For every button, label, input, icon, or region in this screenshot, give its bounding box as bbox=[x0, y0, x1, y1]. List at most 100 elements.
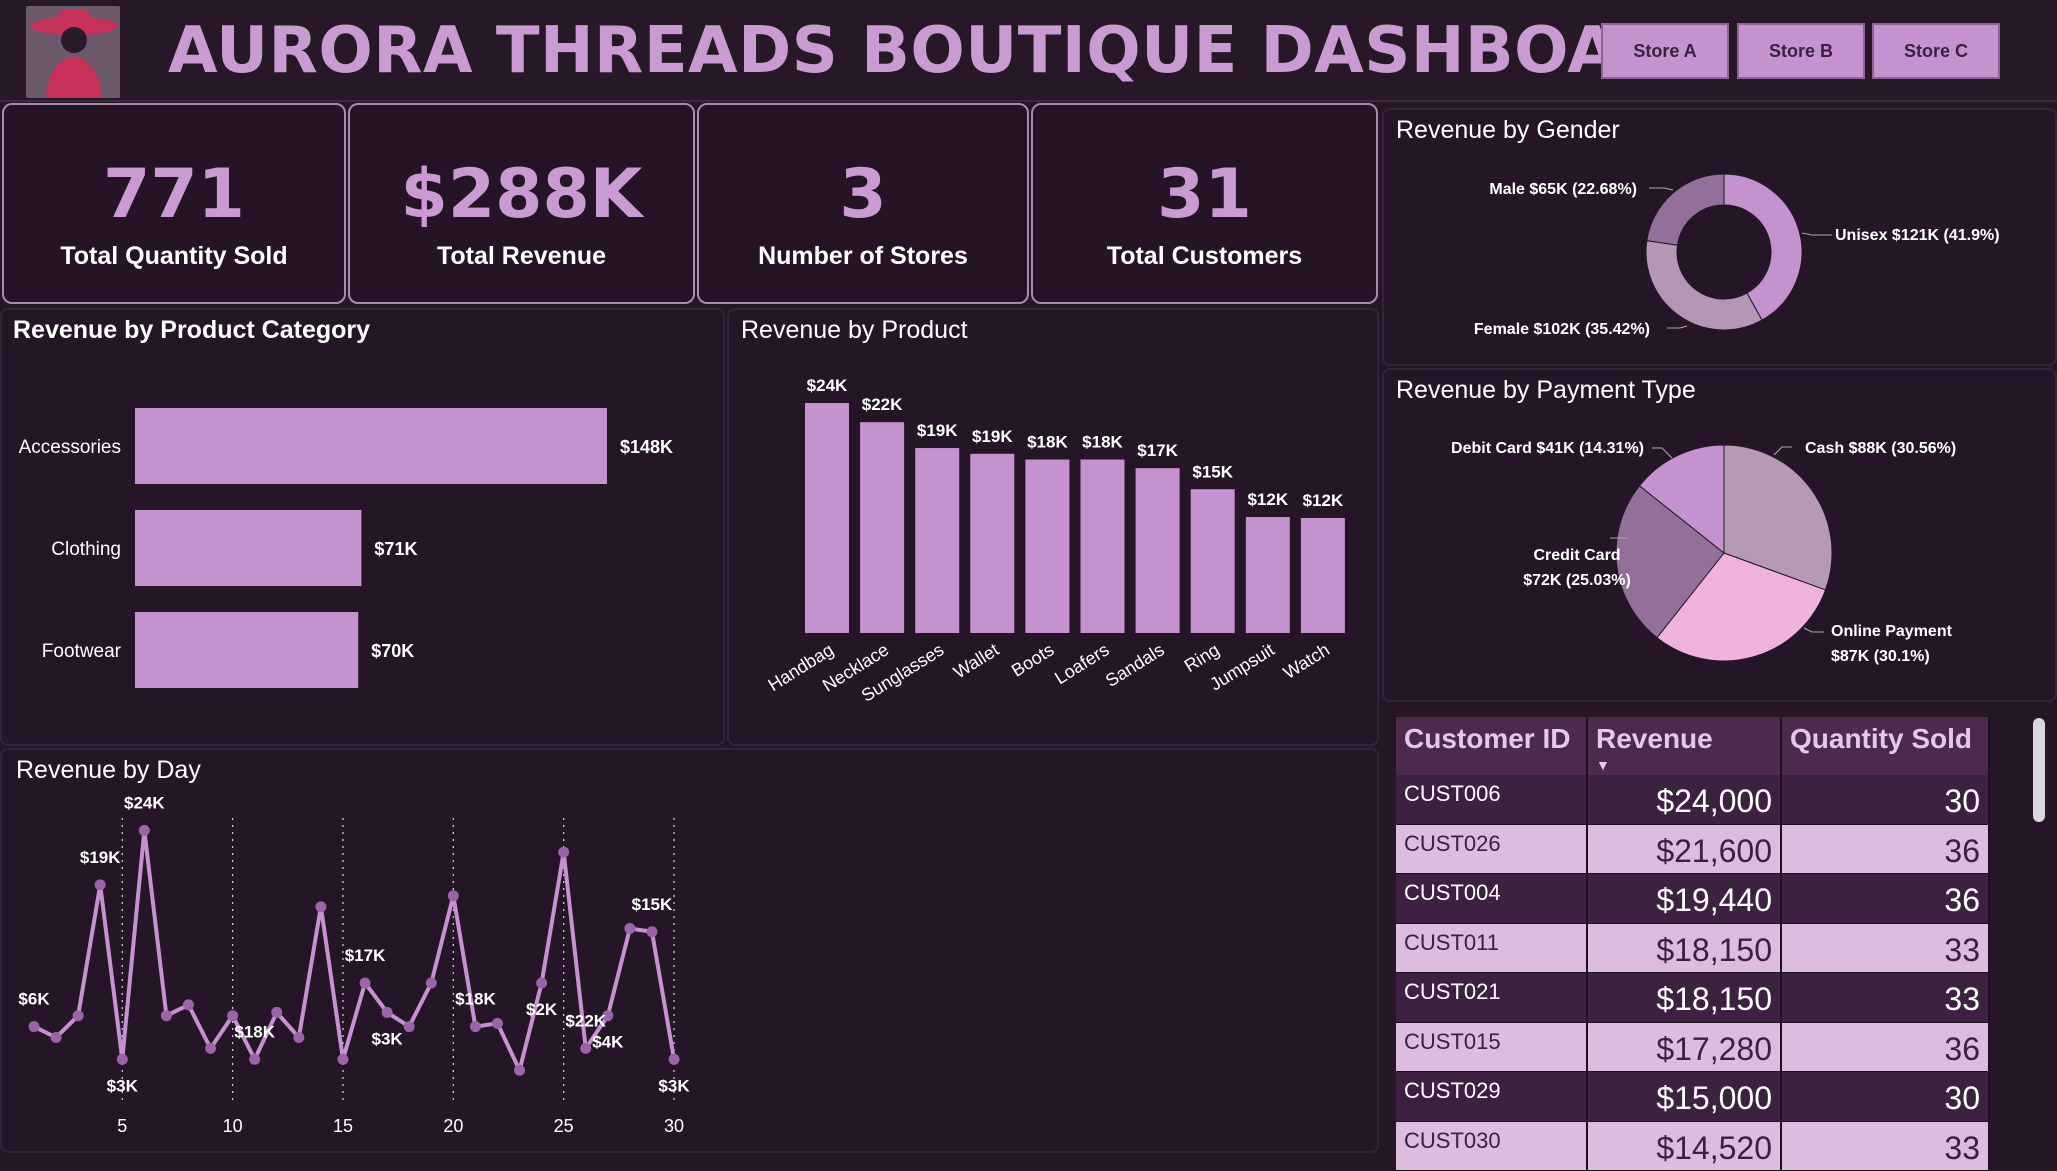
x-tick-label: 20 bbox=[443, 1116, 463, 1136]
product-bar-chart: $24KHandbag$22KNecklace$19KSunglasses$19… bbox=[729, 310, 1381, 748]
table-row[interactable]: CUST004$19,44036 bbox=[1396, 874, 1990, 924]
data-point bbox=[249, 1054, 260, 1065]
data-label: $18K bbox=[234, 1022, 275, 1041]
table-row[interactable]: CUST011$18,15033 bbox=[1396, 924, 1990, 974]
table-row[interactable]: CUST029$15,00030 bbox=[1396, 1072, 1990, 1122]
leader-line bbox=[1652, 448, 1672, 458]
revenue-cell: $19,440 bbox=[1588, 874, 1782, 923]
data-label: $87K (30.1%) bbox=[1831, 648, 1930, 665]
customer-id-cell: CUST021 bbox=[1396, 973, 1588, 1022]
data-label: $3K bbox=[372, 1029, 404, 1048]
data-label: $3K bbox=[107, 1076, 139, 1095]
table-row[interactable]: CUST021$18,15033 bbox=[1396, 973, 1990, 1023]
product-label: Wallet bbox=[950, 639, 1002, 682]
kpi-value: 771 bbox=[4, 155, 344, 234]
kpi-card-customers: 31 Total Customers bbox=[1031, 103, 1378, 304]
data-label: $19K bbox=[80, 848, 121, 867]
category-bar-chart: Accessories$148KClothing$71KFootwear$70K bbox=[2, 310, 727, 748]
product-label: Watch bbox=[1280, 639, 1333, 683]
revenue-cell: $18,150 bbox=[1588, 924, 1782, 973]
data-point bbox=[315, 901, 326, 912]
data-point bbox=[95, 879, 106, 890]
store-b-button[interactable]: Store B bbox=[1737, 23, 1865, 79]
revenue-cell: $15,000 bbox=[1588, 1072, 1782, 1121]
customer-id-cell: CUST015 bbox=[1396, 1023, 1588, 1072]
x-tick-label: 25 bbox=[554, 1116, 574, 1136]
revenue-cell: $18,150 bbox=[1588, 973, 1782, 1022]
table-row[interactable]: CUST030$14,52033 bbox=[1396, 1122, 1990, 1171]
store-c-button[interactable]: Store C bbox=[1872, 23, 2000, 79]
category-label: Footwear bbox=[42, 641, 122, 662]
quantity-cell: 33 bbox=[1782, 1122, 1990, 1171]
revenue-cell: $21,600 bbox=[1588, 825, 1782, 874]
x-tick-label: 10 bbox=[223, 1116, 243, 1136]
data-point bbox=[580, 1043, 591, 1054]
leader-line bbox=[1649, 188, 1673, 190]
data-label: $3K bbox=[658, 1076, 690, 1095]
data-label: Cash $88K (30.56%) bbox=[1805, 440, 1956, 457]
data-label: $18K bbox=[1082, 433, 1123, 452]
kpi-value: 31 bbox=[1033, 155, 1376, 234]
column-header-revenue[interactable]: Revenue ▼ bbox=[1588, 717, 1782, 775]
quantity-cell: 30 bbox=[1782, 1072, 1990, 1121]
data-label: $22K bbox=[565, 1011, 606, 1030]
data-point bbox=[205, 1043, 216, 1054]
data-point bbox=[536, 978, 547, 989]
data-point bbox=[558, 847, 569, 858]
data-label: $24K bbox=[807, 376, 848, 395]
kpi-label: Total Customers bbox=[1033, 242, 1376, 271]
x-tick-label: 30 bbox=[664, 1116, 684, 1136]
table-row[interactable]: CUST006$24,00030 bbox=[1396, 775, 1990, 825]
table-row[interactable]: CUST015$17,28036 bbox=[1396, 1023, 1990, 1073]
kpi-value: $288K bbox=[350, 155, 693, 234]
quantity-cell: 33 bbox=[1782, 924, 1990, 973]
column-header-quantity-sold[interactable]: Quantity Sold bbox=[1782, 717, 1990, 775]
customer-id-cell: CUST011 bbox=[1396, 924, 1588, 973]
table-scrollbar[interactable] bbox=[2033, 718, 2045, 822]
product-bar bbox=[860, 422, 904, 633]
data-point bbox=[161, 1010, 172, 1021]
data-label: Credit Card bbox=[1533, 547, 1620, 564]
product-bar bbox=[1081, 460, 1125, 633]
data-point bbox=[139, 825, 150, 836]
data-label: $70K bbox=[371, 641, 414, 661]
donut-slice bbox=[1646, 241, 1762, 330]
leader-line bbox=[1804, 628, 1824, 632]
leader-line bbox=[1802, 233, 1832, 235]
customer-id-cell: CUST006 bbox=[1396, 775, 1588, 824]
kpi-value: 3 bbox=[699, 155, 1027, 234]
x-tick-label: 5 bbox=[117, 1116, 127, 1136]
product-bar bbox=[1025, 460, 1069, 633]
boutique-logo bbox=[26, 6, 120, 98]
data-label: $15K bbox=[632, 895, 673, 914]
data-point bbox=[624, 923, 635, 934]
kpi-card-stores: 3 Number of Stores bbox=[697, 103, 1029, 304]
data-point bbox=[271, 1007, 282, 1018]
revenue-cell: $24,000 bbox=[1588, 775, 1782, 824]
table-row[interactable]: CUST026$21,60036 bbox=[1396, 825, 1990, 875]
data-label: $18K bbox=[1027, 433, 1068, 452]
customer-id-cell: CUST026 bbox=[1396, 825, 1588, 874]
column-header-customer-id[interactable]: Customer ID bbox=[1396, 717, 1588, 775]
product-bar bbox=[805, 403, 849, 633]
revenue-cell: $14,520 bbox=[1588, 1122, 1782, 1171]
product-chart-panel: Revenue by Product $24KHandbag$22KNeckla… bbox=[727, 308, 1379, 746]
quantity-cell: 36 bbox=[1782, 874, 1990, 923]
store-a-button[interactable]: Store A bbox=[1601, 23, 1729, 79]
data-point bbox=[293, 1032, 304, 1043]
data-label: $4K bbox=[592, 1033, 624, 1052]
data-label: Female $102K (35.42%) bbox=[1474, 321, 1650, 338]
data-label: $18K bbox=[455, 990, 496, 1009]
payment-chart-panel: Revenue by Payment Type Cash $88K (30.56… bbox=[1382, 368, 2057, 702]
data-point bbox=[117, 1054, 128, 1065]
data-label: $2K bbox=[526, 1000, 558, 1019]
quantity-cell: 36 bbox=[1782, 825, 1990, 874]
customer-table: Customer ID Revenue ▼ Quantity Sold CUST… bbox=[1396, 717, 1990, 1171]
data-label: Male $65K (22.68%) bbox=[1489, 181, 1637, 198]
product-label: Boots bbox=[1008, 639, 1058, 680]
data-point bbox=[337, 1054, 348, 1065]
data-point bbox=[51, 1032, 62, 1043]
product-bar bbox=[970, 454, 1014, 633]
leader-line bbox=[1774, 447, 1792, 455]
data-label: $148K bbox=[620, 437, 673, 457]
